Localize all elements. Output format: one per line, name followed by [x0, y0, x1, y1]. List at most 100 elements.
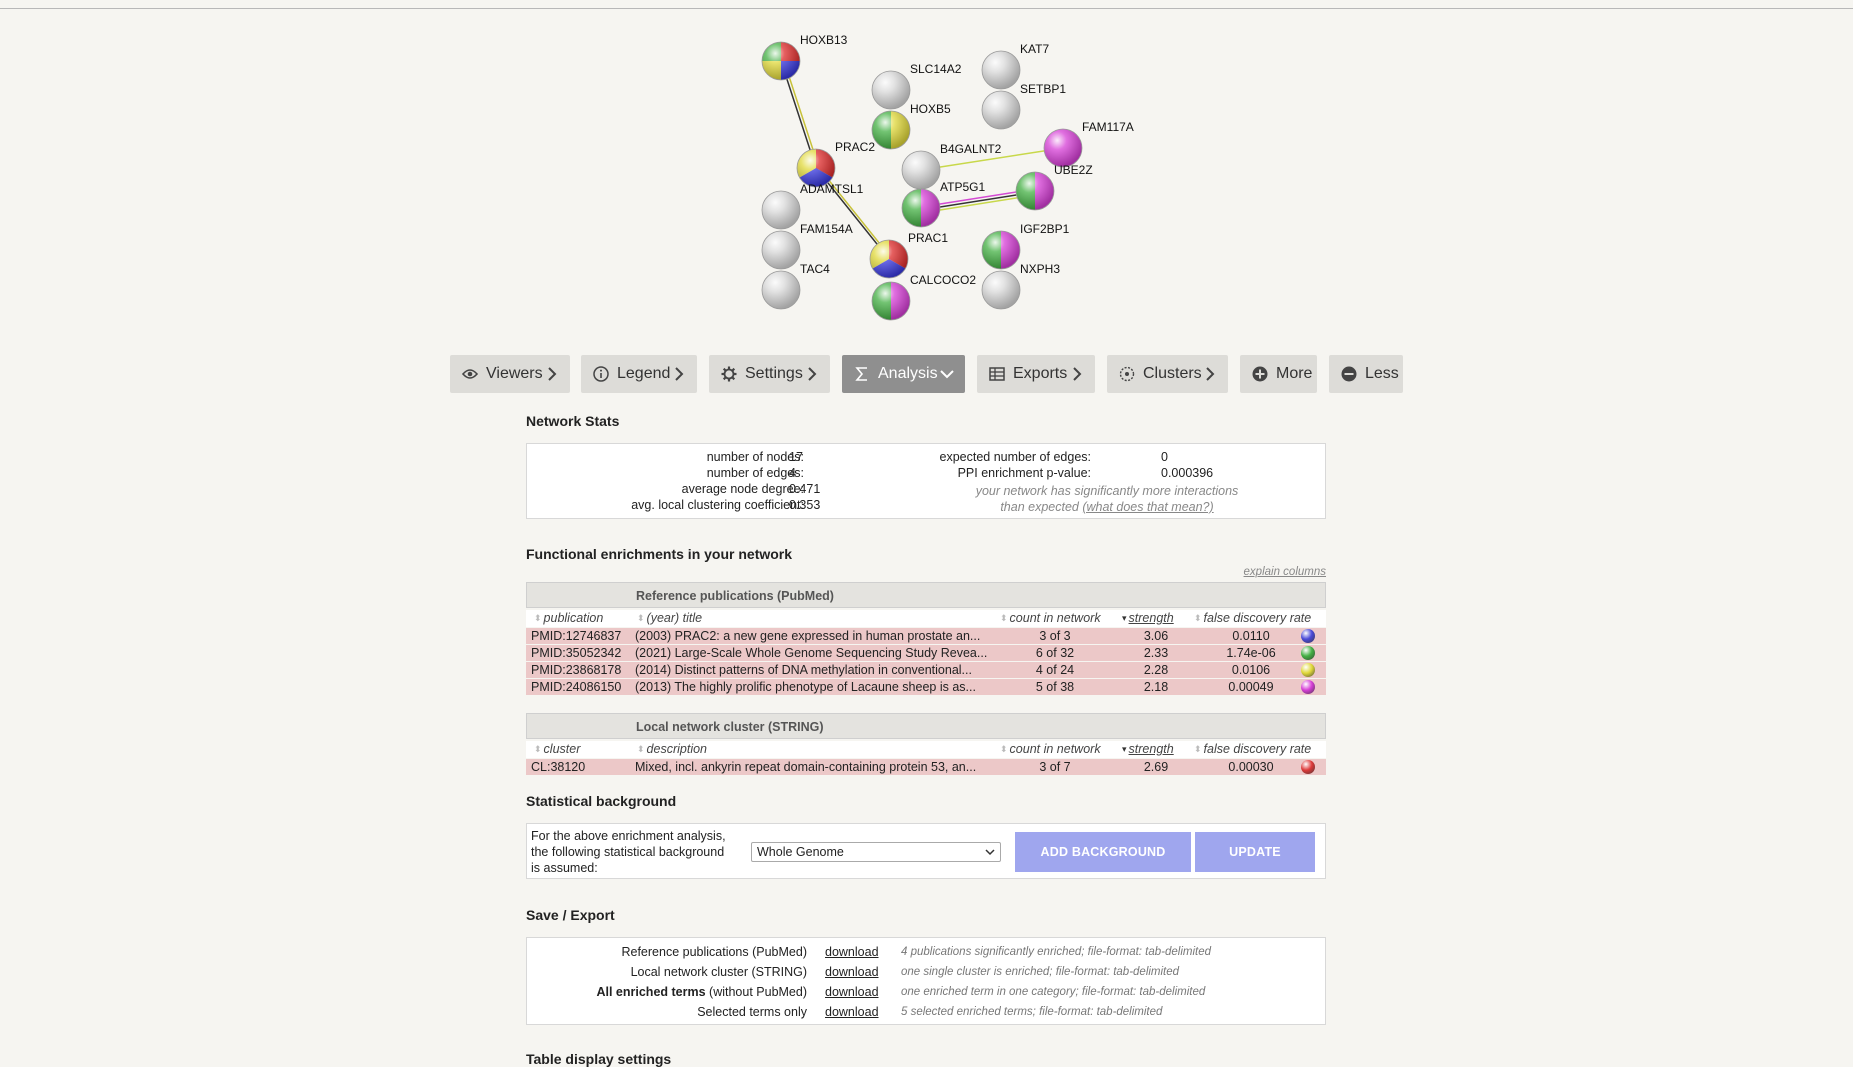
column-description[interactable]: ⬍ description [637, 742, 707, 756]
row-title: (2014) Distinct patterns of DNA methylat… [635, 663, 972, 677]
explain-columns-link[interactable]: explain columns [1210, 566, 1326, 578]
row-title: (2021) Large-Scale Whole Genome Sequenci… [635, 646, 988, 660]
chevron-right-icon [548, 367, 557, 381]
export-note: 5 selected enriched terms; file-format: … [901, 1006, 1163, 1018]
row-strength: 2.28 [1143, 663, 1169, 677]
background-description: For the above enrichment analysis, the f… [531, 828, 726, 876]
column-title[interactable]: ⬍ (year) title [637, 611, 702, 625]
tab-more[interactable]: More [1240, 355, 1317, 393]
column-label: cluster [543, 742, 581, 756]
node-label: FAM117A [1082, 120, 1134, 134]
row-id: PMID:12746837 [531, 629, 622, 643]
node-shine [981, 270, 1021, 310]
network-stats-title: Network Stats [526, 413, 620, 429]
column-label: strength [1128, 742, 1174, 756]
column-count[interactable]: ⬍ count in network [1000, 742, 1101, 756]
table-row[interactable]: PMID:35052342 (2021) Large-Scale Whole G… [526, 645, 1326, 661]
tab-viewers[interactable]: Viewers [450, 355, 570, 393]
network-graph[interactable]: HOXB13 SLC14A2 HOXB5 KAT7 SETBP1 FAM117A PRAC2… [0, 0, 1853, 330]
stat-value: 0.471 [789, 482, 821, 496]
column-fdr[interactable]: ⬍ false discovery rate [1194, 611, 1311, 625]
table-header: Local network cluster (STRING) [526, 713, 1326, 739]
table-row[interactable]: PMID:12746837 (2003) PRAC2: a new gene e… [526, 628, 1326, 644]
background-text-line: For the above enrichment analysis, [531, 829, 726, 843]
update-button[interactable]: UPDATE [1195, 832, 1315, 872]
cluster-icon [1118, 365, 1136, 383]
table-row[interactable]: CL:38120 Mixed, incl. ankyrin repeat dom… [526, 759, 1326, 775]
download-link-publications[interactable]: download [825, 945, 879, 959]
table-display-settings-title: Table display settings [526, 1051, 672, 1067]
background-select[interactable]: Whole Genome [751, 842, 1001, 862]
node-setbp1[interactable]: SETBP1 [981, 82, 1066, 130]
row-fdr: 0.00030 [1228, 760, 1274, 774]
eye-icon [461, 365, 479, 383]
node-ube2z[interactable]: UBE2Z [1015, 163, 1093, 211]
node-label: SLC14A2 [910, 62, 962, 76]
node-label: PRAC1 [908, 231, 948, 245]
export-label: All enriched terms (without PubMed) [517, 985, 807, 999]
tab-label: Legend [617, 365, 671, 382]
node-label: FAM154A [800, 222, 853, 236]
stat-label: PPI enrichment p-value: [957, 466, 1091, 480]
table-row[interactable]: PMID:23868178 (2014) Distinct patterns o… [526, 662, 1326, 678]
column-fdr[interactable]: ⬍ false discovery rate [1194, 742, 1311, 756]
tab-label: Viewers [486, 365, 543, 382]
table-row[interactable]: PMID:24086150 (2013) The highly prolific… [526, 679, 1326, 695]
table-header-label: Local network cluster (STRING) [636, 720, 824, 734]
what-does-that-mean-link[interactable]: (what does that mean?) [1082, 500, 1213, 514]
node-label: ADAMTSL1 [800, 182, 864, 196]
node-shine [901, 188, 941, 228]
column-strength[interactable]: ▾ strength [1122, 611, 1174, 625]
row-fdr: 0.00049 [1228, 680, 1274, 694]
enrichment-note-2: than expected (what does that mean?) [947, 500, 1267, 514]
node-label: UBE2Z [1054, 163, 1093, 177]
column-header-row: ⬍ cluster ⬍ description ⬍ count in network … [526, 741, 1326, 758]
node-prac1[interactable]: PRAC1 [869, 231, 948, 279]
statistical-background-title: Statistical background [526, 793, 677, 809]
row-count: 6 of 32 [1035, 646, 1075, 660]
tab-exports[interactable]: Exports [977, 355, 1095, 393]
node-shine [871, 281, 911, 321]
save-export-title: Save / Export [526, 907, 615, 923]
node-shine [869, 239, 909, 279]
node-calcoco2[interactable]: CALCOCO2 [871, 273, 976, 321]
node-label: KAT7 [1020, 42, 1049, 56]
add-background-button[interactable]: ADD BACKGROUND [1015, 832, 1191, 872]
download-link-selected[interactable]: download [825, 1005, 879, 1019]
column-label: false discovery rate [1203, 742, 1312, 756]
row-title: Mixed, incl. ankyrin repeat domain-conta… [635, 760, 977, 774]
tab-clusters[interactable]: Clusters [1107, 355, 1228, 393]
node-label: PRAC2 [835, 140, 875, 154]
tab-label: More [1276, 365, 1313, 382]
node-hoxb13[interactable]: HOXB13 [761, 33, 848, 81]
tab-legend[interactable]: Legend [581, 355, 697, 393]
export-label: Reference publications (PubMed) [621, 945, 807, 959]
column-label: description [646, 742, 707, 756]
column-count[interactable]: ⬍ count in network [1000, 611, 1101, 625]
node-label: HOXB5 [910, 102, 951, 116]
column-publication[interactable]: ⬍ publication [534, 611, 603, 625]
row-strength: 2.69 [1143, 760, 1169, 774]
column-label: count in network [1009, 742, 1101, 756]
background-select-value: Whole Genome [757, 845, 844, 859]
column-header-row: ⬍ publication ⬍ (year) title ⬍ count in net… [526, 610, 1326, 627]
tab-settings[interactable]: Settings [709, 355, 830, 393]
export-label-bold: All enriched terms [596, 985, 706, 999]
node-tac4[interactable]: TAC4 [761, 262, 830, 310]
background-text-line: the following statistical background [531, 845, 725, 859]
node-label: SETBP1 [1020, 82, 1066, 96]
tab-label: Settings [745, 365, 803, 382]
column-strength[interactable]: ▾ strength [1122, 742, 1174, 756]
row-id: PMID:23868178 [531, 663, 622, 677]
row-count: 4 of 24 [1035, 663, 1075, 677]
download-link-cluster[interactable]: download [825, 965, 879, 979]
download-link-all-terms[interactable]: download [825, 985, 879, 999]
enrichment-note-text: than expected [1000, 500, 1079, 514]
node-fam117a[interactable]: FAM117A [1043, 120, 1134, 168]
column-cluster[interactable]: ⬍ cluster [534, 742, 580, 756]
node-shine [871, 70, 911, 110]
tab-less[interactable]: Less [1329, 355, 1403, 393]
node-nxph3[interactable]: NXPH3 [981, 262, 1060, 310]
tab-analysis[interactable]: Analysis [842, 355, 965, 393]
column-label: strength [1128, 611, 1174, 625]
